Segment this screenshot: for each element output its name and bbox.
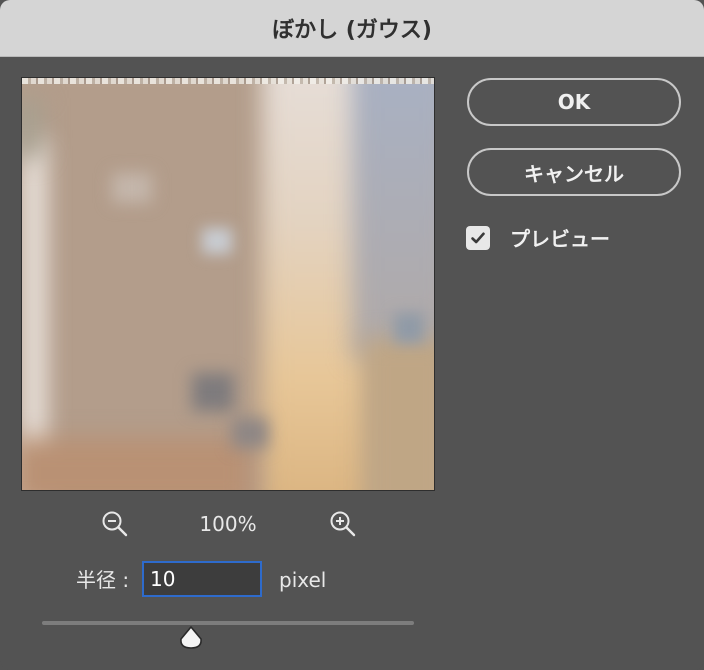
checkmark-icon bbox=[471, 232, 485, 243]
preview-top-edge bbox=[22, 78, 434, 84]
radius-slider-track[interactable] bbox=[42, 621, 414, 625]
gaussian-blur-dialog: ぼかし (ガウス) OK キャンセル プレビュー 100% 半径: 10 pi… bbox=[0, 0, 704, 670]
dialog-titlebar[interactable]: ぼかし (ガウス) bbox=[0, 0, 704, 57]
zoom-out-icon[interactable] bbox=[101, 510, 129, 538]
preview-checkbox-label: プレビュー bbox=[510, 227, 610, 251]
preview-checkbox-row[interactable]: プレビュー bbox=[466, 223, 610, 252]
radius-input[interactable] bbox=[142, 561, 262, 597]
zoom-level: 100% bbox=[199, 512, 257, 536]
radius-slider-thumb[interactable] bbox=[178, 625, 204, 651]
blur-preview-image[interactable] bbox=[21, 77, 435, 491]
cancel-button[interactable]: キャンセル bbox=[467, 148, 681, 196]
zoom-in-icon[interactable] bbox=[329, 510, 357, 538]
ok-button[interactable]: OK bbox=[467, 78, 681, 126]
radius-label: 半径 : bbox=[76, 568, 130, 592]
dialog-title: ぼかし (ガウス) bbox=[272, 18, 432, 43]
preview-checkbox[interactable] bbox=[466, 225, 490, 250]
radius-unit: pixel bbox=[279, 568, 327, 592]
